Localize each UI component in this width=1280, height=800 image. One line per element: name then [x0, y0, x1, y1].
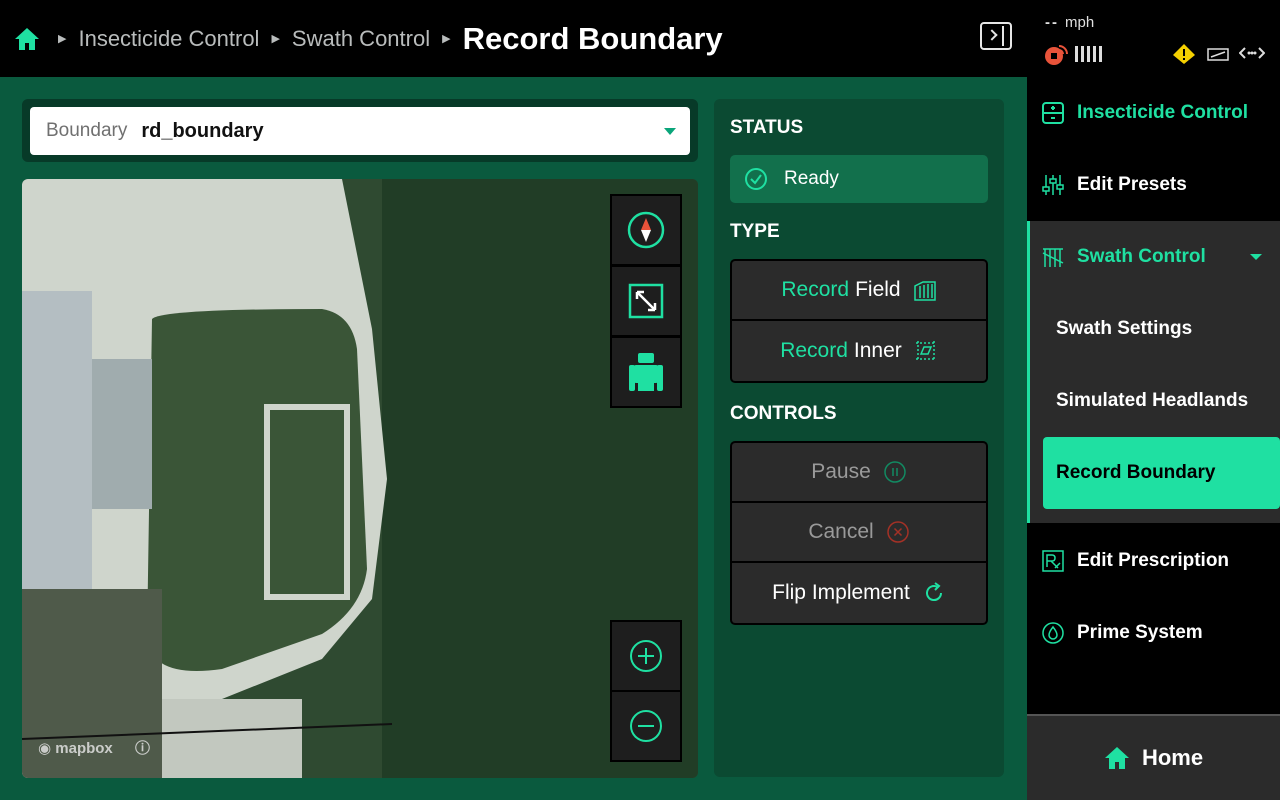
boundary-select-wrapper: Boundary rd_boundary	[22, 99, 698, 162]
prescription-icon	[1042, 550, 1064, 572]
mapbox-attribution[interactable]: ◉ mapbox ⓘ	[38, 737, 150, 758]
cancel-label: Cancel	[808, 520, 874, 543]
mapbox-label: mapbox	[55, 740, 113, 757]
swath-submenu: Swath Settings Simulated Headlands Recor…	[1027, 293, 1280, 523]
record-inner-button[interactable]: Record Inner	[732, 321, 986, 381]
signal-bars-icon	[1075, 46, 1102, 62]
breadcrumb-swath-control[interactable]: Swath Control	[292, 26, 430, 52]
nav-item-swath-control[interactable]: Swath Control	[1027, 221, 1280, 293]
nav-label: Swath Control	[1077, 246, 1206, 267]
breadcrumb-insecticide-control[interactable]: Insecticide Control	[78, 26, 259, 52]
pause-button[interactable]: Pause	[732, 443, 986, 503]
nav-item-insecticide-control[interactable]: Insecticide Control	[1027, 77, 1280, 149]
warning-icon[interactable]	[1173, 44, 1195, 64]
satellite-imagery	[22, 179, 698, 778]
nav-label: Edit Presets	[1077, 174, 1187, 195]
sliders-icon	[1042, 175, 1064, 195]
boundary-dropdown[interactable]: Boundary rd_boundary	[30, 107, 690, 155]
page-title: Record Boundary	[462, 20, 723, 56]
field-icon	[913, 281, 936, 301]
sub-item-simulated-headlands[interactable]: Simulated Headlands	[1056, 365, 1280, 437]
nav-label: Edit Prescription	[1077, 550, 1230, 571]
nav-item-edit-presets[interactable]: Edit Presets	[1027, 149, 1280, 221]
sub-item-swath-settings[interactable]: Swath Settings	[1056, 293, 1280, 365]
nav-label: Prime System	[1077, 622, 1203, 643]
connection-icon[interactable]	[1239, 46, 1265, 60]
chevron-down-icon	[664, 128, 676, 135]
home-button[interactable]: Home	[1027, 714, 1280, 800]
chevron-right-icon: ▶	[442, 33, 451, 45]
record-field-prefix: Record	[781, 278, 850, 301]
boundary-label: Boundary	[46, 120, 128, 141]
controls-button-group: Pause Cancel Flip Implement	[730, 441, 988, 625]
home-icon[interactable]	[14, 26, 40, 52]
record-field-button[interactable]: Record Field	[732, 261, 986, 321]
nav-item-edit-prescription[interactable]: Edit Prescription	[1027, 525, 1280, 597]
gps-antenna-icon[interactable]	[1043, 42, 1069, 68]
check-circle-icon	[745, 168, 767, 190]
chevron-down-icon	[1250, 254, 1262, 260]
compass-button[interactable]	[610, 194, 682, 266]
pause-label: Pause	[811, 460, 871, 483]
nav-item-prime-system[interactable]: Prime System	[1027, 597, 1280, 669]
speed-unit: mph	[1065, 14, 1095, 31]
speed-readout: -- mph	[1045, 14, 1094, 31]
tractor-icon	[629, 353, 663, 391]
boundary-value: rd_boundary	[141, 119, 264, 142]
status-bar: -- mph	[1027, 0, 1280, 86]
minus-icon	[630, 710, 662, 742]
nav-label: Insecticide Control	[1077, 102, 1249, 123]
chevron-right-icon: ▶	[58, 33, 67, 45]
prime-system-icon	[1042, 622, 1064, 644]
tank-icon	[1042, 102, 1064, 124]
rotate-icon	[925, 582, 942, 602]
status-value: Ready	[784, 168, 839, 189]
status-title: STATUS	[730, 117, 804, 138]
record-field-suffix: Field	[855, 278, 901, 301]
top-bar: ▶ Insecticide Control ▶ Swath Control ▶ …	[0, 0, 1027, 77]
type-title: TYPE	[730, 221, 780, 242]
record-inner-suffix: Inner	[853, 339, 902, 362]
speed-value: --	[1045, 14, 1059, 31]
map-view[interactable]: ◉ mapbox ⓘ	[22, 179, 698, 778]
pause-icon	[884, 461, 906, 483]
flip-implement-label: Flip Implement	[772, 581, 910, 604]
fit-to-view-button[interactable]	[610, 265, 682, 337]
record-inner-prefix: Record	[780, 339, 848, 362]
expand-icon	[628, 283, 664, 319]
side-navigation: Insecticide Control Edit Presets Swath C…	[1027, 77, 1280, 800]
record-panel: STATUS Ready TYPE Record Field Record Inne…	[714, 99, 1004, 777]
type-button-group: Record Field Record Inner	[730, 259, 988, 383]
status-badge: Ready	[730, 155, 988, 203]
chevron-right-icon: ▶	[271, 33, 280, 45]
sub-item-record-boundary[interactable]: Record Boundary	[1043, 437, 1280, 509]
controls-title: CONTROLS	[730, 403, 837, 424]
panel-toggle-button[interactable]	[980, 22, 1012, 50]
implement-icon[interactable]	[1207, 46, 1229, 62]
home-label: Home	[1141, 745, 1204, 770]
swath-icon	[1042, 248, 1064, 267]
inner-boundary-icon	[915, 341, 936, 361]
compass-icon	[627, 211, 665, 249]
info-icon[interactable]: ⓘ	[135, 740, 150, 757]
cancel-icon	[886, 521, 909, 543]
flip-implement-button[interactable]: Flip Implement	[732, 563, 986, 623]
center-vehicle-button[interactable]	[610, 336, 682, 408]
zoom-out-button[interactable]	[610, 690, 682, 762]
mapbox-logo-icon: ◉	[38, 740, 52, 757]
cancel-button[interactable]: Cancel	[732, 503, 986, 563]
chevron-icon	[986, 29, 998, 41]
plus-icon	[630, 640, 662, 672]
home-icon	[1104, 747, 1129, 769]
zoom-in-button[interactable]	[610, 620, 682, 692]
